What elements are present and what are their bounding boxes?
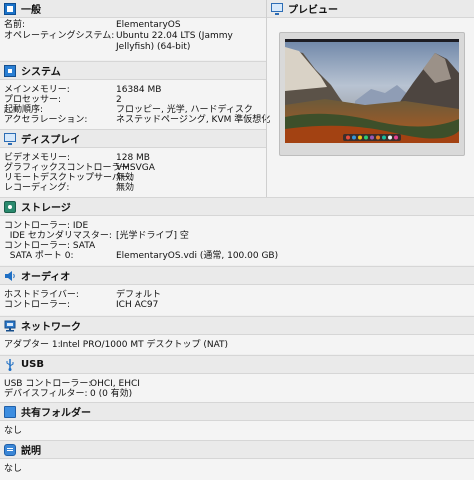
audio-header[interactable]: オーディオ [0, 266, 474, 285]
desktop-wallpaper [285, 39, 459, 143]
network-header[interactable]: ネットワーク [0, 316, 474, 335]
processor-label: プロセッサー: [4, 95, 62, 105]
remote-desktop-value: 無効 [116, 173, 135, 183]
ide-secondary-master-label: IDE セカンダリマスター: [4, 231, 112, 241]
host-driver-value: デフォルト [116, 290, 162, 300]
storage-title: ストレージ [21, 203, 71, 214]
network-icon [4, 320, 16, 332]
preview-frame [279, 32, 465, 156]
system-header[interactable]: システム [0, 61, 266, 80]
general-icon [4, 2, 16, 15]
network-section: ネットワーク アダプター 1: Intel PRO/1000 MT デスクトップ … [0, 316, 474, 354]
speech-bubble-icon [4, 443, 16, 456]
graphics-controller-label: グラフィックスコントローラー: [4, 163, 133, 173]
video-memory-label: ビデオメモリー: [4, 153, 71, 163]
description-value: なし [4, 464, 23, 474]
description-title: 説明 [21, 446, 41, 457]
display-header[interactable]: ディスプレイ [0, 129, 266, 148]
preview-header[interactable]: プレビュー [267, 0, 474, 18]
processor-value: 2 [116, 95, 122, 105]
video-memory-value: 128 MB [116, 153, 150, 163]
sata-port-value: ElementaryOS.vdi (通常, 100.00 GB) [116, 251, 279, 261]
usb-icon [4, 358, 16, 371]
display-section: ディスプレイ ビデオメモリー: 128 MB グラフィックスコントローラー: VMS… [0, 129, 266, 197]
recording-label: レコーディング: [4, 183, 70, 193]
usb-section: USB USB コントローラー: OHCI, EHCI デバイスフィルター: 0 (… [0, 355, 474, 402]
storage-icon [4, 200, 16, 213]
adapter-1-value: Intel PRO/1000 MT デスクトップ (NAT) [60, 340, 229, 350]
acceleration-value: ネステッドページング, KVM 準仮想化 [116, 115, 271, 125]
display-title: ディスプレイ [21, 135, 81, 146]
adapter-1-label: アダプター 1: [4, 340, 61, 350]
sata-controller-label: コントローラー: SATA [4, 241, 96, 251]
os-value-cont: Jellyfish) (64-bit) [116, 42, 191, 52]
monitor-icon [271, 3, 283, 15]
shared-folders-title: 共有フォルダー [21, 408, 91, 419]
os-value: Ubuntu 22.04 LTS (Jammy [116, 31, 233, 41]
device-filter-value: 0 (0 有効) [90, 389, 133, 399]
boot-order-value: フロッピー, 光学, ハードディスク [116, 105, 253, 115]
graphics-controller-value: VMSVGA [116, 163, 155, 173]
memory-label: メインメモリー: [4, 85, 70, 95]
usb-controller-label: USB コントローラー: [4, 379, 92, 389]
shared-folders-section: 共有フォルダー なし [0, 402, 474, 440]
usb-controller-value: OHCI, EHCI [90, 379, 140, 389]
memory-value: 16384 MB [116, 85, 162, 95]
os-label: オペレーティングシステム: [4, 31, 115, 41]
network-title: ネットワーク [21, 322, 81, 333]
preview-title: プレビュー [288, 5, 338, 16]
folder-icon [4, 405, 16, 418]
description-section: 説明 なし [0, 440, 474, 480]
general-section: 一般 名前: ElementaryOS オペレーティングシステム: Ubuntu 2… [0, 0, 266, 60]
audio-controller-label: コントローラー: [4, 300, 71, 310]
ide-controller-label: コントローラー: IDE [4, 221, 89, 231]
recording-value: 無効 [116, 183, 135, 193]
name-value: ElementaryOS [116, 20, 181, 30]
general-title: 一般 [21, 5, 41, 16]
storage-header[interactable]: ストレージ [0, 197, 474, 216]
description-header[interactable]: 説明 [0, 440, 474, 459]
shared-folders-header[interactable]: 共有フォルダー [0, 402, 474, 421]
audio-section: オーディオ ホストドライバー: デフォルト コントローラー: ICH AC97 [0, 266, 474, 315]
usb-header[interactable]: USB [0, 355, 474, 374]
column-divider [266, 0, 267, 197]
system-section: システム メインメモリー: 16384 MB プロセッサー: 2 起動順序: フロッピ… [0, 61, 270, 129]
system-title: システム [21, 67, 61, 78]
acceleration-label: アクセラレーション: [4, 115, 88, 125]
speaker-icon [4, 270, 16, 282]
storage-section: ストレージ コントローラー: IDE IDE セカンダリマスター: [光学ドライブ… [0, 197, 474, 265]
host-driver-label: ホストドライバー: [4, 290, 79, 300]
chip-icon [4, 64, 16, 77]
display-icon [4, 133, 16, 145]
remote-desktop-label: リモートデスクトップサーバー: [4, 173, 133, 183]
name-label: 名前: [4, 20, 26, 30]
ide-secondary-master-value: [光学ドライブ] 空 [116, 231, 189, 241]
boot-order-label: 起動順序: [4, 105, 44, 115]
vm-screen-preview [285, 39, 459, 143]
usb-title: USB [21, 359, 44, 370]
device-filter-label: デバイスフィルター: [4, 389, 88, 399]
audio-title: オーディオ [21, 272, 71, 283]
shared-folders-value: なし [4, 426, 23, 436]
audio-controller-value: ICH AC97 [116, 300, 159, 310]
general-header[interactable]: 一般 [0, 0, 266, 18]
sata-port-label: SATA ポート 0: [4, 251, 74, 261]
